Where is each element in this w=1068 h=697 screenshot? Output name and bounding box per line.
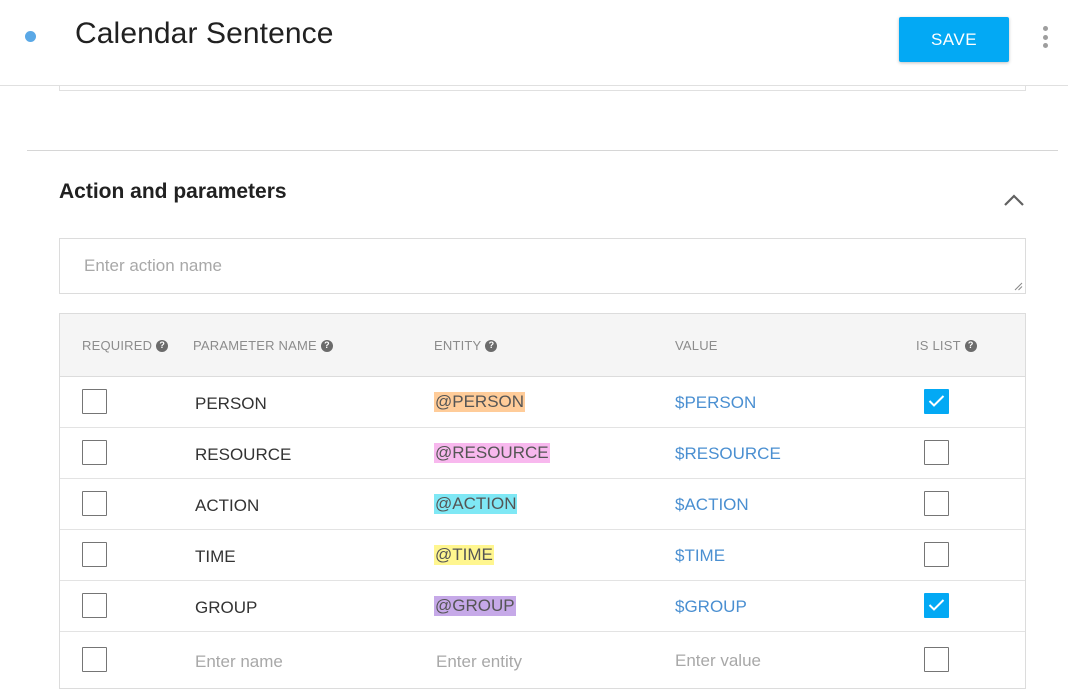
- section-divider: [27, 150, 1058, 151]
- parameter-name[interactable]: PERSON: [195, 394, 267, 414]
- column-is-list: IS LIST?: [916, 338, 977, 353]
- required-checkbox[interactable]: [82, 491, 107, 516]
- entity-chip[interactable]: @PERSON: [434, 392, 526, 412]
- is-list-checkbox[interactable]: [924, 593, 949, 618]
- new-parameter-row: Enter name Enter entity Enter value: [60, 632, 1025, 689]
- entity-chip[interactable]: @TIME: [434, 545, 494, 565]
- parameter-name[interactable]: ACTION: [195, 496, 259, 516]
- is-list-checkbox[interactable]: [924, 647, 949, 672]
- parameter-value[interactable]: $TIME: [675, 546, 725, 566]
- page-title: Calendar Sentence: [75, 17, 334, 50]
- parameter-name[interactable]: RESOURCE: [195, 445, 291, 465]
- parameter-name[interactable]: GROUP: [195, 598, 257, 618]
- parameter-value[interactable]: $RESOURCE: [675, 444, 781, 464]
- check-icon: [928, 395, 945, 407]
- help-icon[interactable]: ?: [156, 339, 169, 352]
- entity-chip[interactable]: @ACTION: [434, 494, 518, 514]
- parameter-value[interactable]: $ACTION: [675, 495, 749, 515]
- status-dot-icon: [25, 31, 36, 42]
- required-checkbox[interactable]: [82, 389, 107, 414]
- required-checkbox[interactable]: [82, 440, 107, 465]
- column-entity: ENTITY?: [434, 338, 498, 353]
- table-row: TIME @TIME $TIME: [60, 530, 1025, 581]
- action-name-input[interactable]: [60, 239, 1025, 293]
- table-row: PERSON @PERSON $PERSON: [60, 377, 1025, 428]
- column-parameter-name: PARAMETER NAME?: [193, 338, 333, 353]
- entity-chip[interactable]: @GROUP: [434, 596, 516, 616]
- help-icon[interactable]: ?: [320, 339, 333, 352]
- required-checkbox[interactable]: [82, 593, 107, 618]
- resize-grip-icon[interactable]: [1014, 282, 1023, 291]
- app-header: Calendar Sentence SAVE: [0, 0, 1068, 86]
- action-name-field: [59, 238, 1026, 294]
- is-list-checkbox[interactable]: [924, 389, 949, 414]
- is-list-checkbox[interactable]: [924, 542, 949, 567]
- entity-chip[interactable]: @RESOURCE: [434, 443, 550, 463]
- parameter-value[interactable]: $GROUP: [675, 597, 747, 617]
- save-button[interactable]: SAVE: [899, 17, 1009, 62]
- more-vert-icon[interactable]: [1040, 26, 1050, 48]
- parameter-name[interactable]: TIME: [195, 547, 236, 567]
- chevron-up-icon[interactable]: [1003, 193, 1025, 207]
- parameters-table: REQUIRED? PARAMETER NAME? ENTITY? VALUE …: [59, 313, 1026, 689]
- section-title: Action and parameters: [59, 180, 287, 203]
- help-icon[interactable]: ?: [485, 339, 498, 352]
- new-parameter-name-input[interactable]: Enter name: [195, 652, 283, 672]
- table-header: REQUIRED? PARAMETER NAME? ENTITY? VALUE …: [60, 314, 1025, 377]
- check-icon: [928, 599, 945, 611]
- parameter-value[interactable]: $PERSON: [675, 393, 756, 413]
- required-checkbox[interactable]: [82, 542, 107, 567]
- new-entity-input[interactable]: Enter entity: [436, 652, 522, 672]
- is-list-checkbox[interactable]: [924, 440, 949, 465]
- new-value-input[interactable]: Enter value: [675, 651, 761, 671]
- table-row: ACTION @ACTION $ACTION: [60, 479, 1025, 530]
- table-row: RESOURCE @RESOURCE $RESOURCE: [60, 428, 1025, 479]
- help-icon[interactable]: ?: [964, 339, 977, 352]
- is-list-checkbox[interactable]: [924, 491, 949, 516]
- column-required: REQUIRED?: [82, 338, 169, 353]
- column-value: VALUE: [675, 338, 718, 353]
- table-row: GROUP @GROUP $GROUP: [60, 581, 1025, 632]
- required-checkbox[interactable]: [82, 647, 107, 672]
